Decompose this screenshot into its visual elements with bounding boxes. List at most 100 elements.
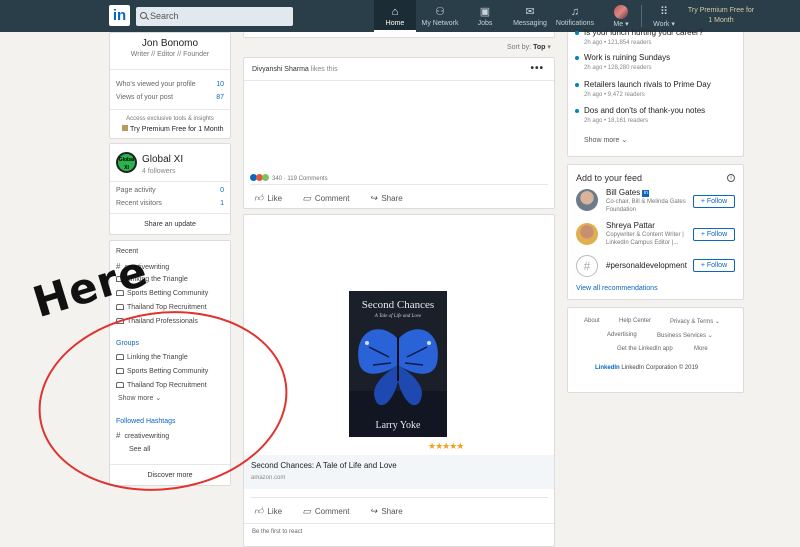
chevron-down-icon: ⌄: [706, 333, 713, 339]
avatar[interactable]: [576, 189, 598, 211]
comment-button[interactable]: ▭ Comment: [302, 506, 350, 516]
nav-home[interactable]: ⌂ Home: [374, 0, 416, 32]
news-show-more[interactable]: Show more ⌄: [584, 136, 627, 144]
news-item[interactable]: Retailers launch rivals to Prime Day: [575, 80, 711, 89]
nav-work-label: Work: [653, 21, 670, 28]
news-item[interactable]: Is your lunch hurting your career?: [574, 28, 704, 37]
book-author: Larry Yoke: [375, 420, 421, 431]
post-actions: 👍︎ Like ▭ Comment ↪ Share: [254, 193, 421, 204]
nav-me-label: Me: [613, 21, 624, 28]
page-activity-row[interactable]: Page activity 0: [116, 187, 224, 194]
news-title: Is your lunch hurting your career?: [584, 28, 704, 37]
linkedin-wordmark: LinkedIn: [595, 365, 620, 371]
social-counts[interactable]: 340 · 119 Comments: [250, 174, 328, 182]
book-subtitle: A Tale of Life and Love: [374, 314, 422, 319]
divider: [244, 523, 554, 524]
hashtag-icon[interactable]: #: [576, 255, 598, 277]
chevron-down-icon: ▾: [669, 21, 675, 28]
search-icon: [140, 12, 147, 19]
rating-stars: ★★★★★: [428, 441, 464, 451]
stat-value: 10: [216, 81, 224, 88]
feed-post: Divyanshi Sharma likes this ••• 340 · 11…: [243, 57, 555, 209]
sort-dropdown[interactable]: Sort by: Top ▾: [507, 43, 551, 51]
rec-description: Copywriter & Content Writer | LinkedIn C…: [606, 232, 684, 246]
like-label: Like: [267, 194, 283, 203]
search-input[interactable]: Search: [136, 7, 293, 26]
linkedin-logo[interactable]: in: [109, 5, 130, 26]
premium-trial-link[interactable]: Try Premium Free for 1 Month: [122, 125, 224, 133]
company-logo[interactable]: Global XI: [116, 152, 137, 173]
premium-trial-label: Try Premium Free for 1 Month: [130, 126, 224, 133]
nav-my-network[interactable]: ⚇ My Network: [418, 0, 462, 32]
share-button[interactable]: ↪ Share: [370, 506, 403, 516]
rec-name[interactable]: Shreya Pattar: [606, 221, 655, 230]
chevron-down-icon: ▾: [623, 21, 629, 28]
avatar-icon: [614, 5, 628, 19]
avatar[interactable]: [576, 223, 598, 245]
post-actor[interactable]: Divyanshi Sharma: [252, 66, 309, 73]
company-followers: 4 followers: [142, 168, 176, 175]
footer-link[interactable]: Business Services ⌄: [657, 332, 713, 339]
profile-card: Jon Bonomo Writer // Editor // Founder W…: [109, 32, 231, 139]
group-icon: [116, 304, 124, 310]
home-icon: ⌂: [391, 6, 399, 18]
footer-link[interactable]: Advertising: [607, 332, 637, 338]
share-update-button[interactable]: Share an update: [110, 221, 230, 228]
network-icon: ⚇: [435, 6, 445, 18]
rec-name-label: Bill Gates: [606, 188, 641, 197]
divider: [250, 184, 548, 185]
info-icon[interactable]: i: [727, 174, 735, 182]
share-button[interactable]: ↪ Share: [370, 193, 403, 203]
rec-name[interactable]: #personaldevelopment: [606, 261, 687, 270]
follow-button[interactable]: + Follow: [693, 228, 735, 241]
nav-messaging[interactable]: ✉ Messaging: [510, 0, 550, 32]
company-name[interactable]: Global XI: [142, 154, 183, 165]
book-title: Second Chances: [361, 299, 435, 311]
rec-name[interactable]: Bill Gates in: [606, 188, 650, 197]
like-button[interactable]: 👍︎ Like: [254, 506, 283, 516]
footer-link[interactable]: More: [694, 346, 708, 352]
view-all-recommendations[interactable]: View all recommendations: [576, 285, 658, 292]
link-preview[interactable]: Second Chances: A Tale of Life and Love …: [244, 455, 554, 489]
footer-brand: LinkedIn LinkedIn Corporation © 2019: [595, 365, 698, 371]
profile-views-row[interactable]: Who's viewed your profile 10: [116, 81, 224, 88]
post-views-row[interactable]: Views of your post 87: [116, 94, 224, 101]
nav-notifications-label: Notifications: [555, 20, 595, 27]
divider: [110, 109, 230, 110]
premium-link[interactable]: Try Premium Free for 1 Month: [686, 6, 756, 26]
recent-visitors-row[interactable]: Recent visitors 1: [116, 200, 224, 207]
briefcase-icon: ▣: [479, 6, 491, 18]
celebrate-reaction-icon: [262, 174, 269, 181]
link-title[interactable]: Second Chances: A Tale of Life and Love: [251, 461, 397, 470]
book-cover-image[interactable]: Second Chances A Tale of Life and Love L…: [349, 291, 447, 437]
comment-label: Comment: [314, 507, 350, 516]
copyright-text: LinkedIn Corporation © 2019: [621, 365, 699, 371]
like-label: Like: [267, 507, 283, 516]
divider: [110, 69, 230, 70]
list-item[interactable]: Thailand Top Recruitment: [116, 304, 207, 311]
news-title: Work is ruining Sundays: [584, 53, 671, 62]
divider: [110, 181, 230, 182]
footer-link[interactable]: About: [584, 318, 600, 324]
news-item[interactable]: Work is ruining Sundays: [574, 53, 671, 62]
more-options-icon[interactable]: •••: [530, 63, 544, 74]
stat-value: 0: [220, 187, 224, 194]
divider: [244, 80, 554, 81]
follow-button[interactable]: + Follow: [693, 259, 735, 272]
premium-promo-text: Access exclusive tools & insights: [126, 116, 214, 122]
news-title: Retailers launch rivals to Prime Day: [584, 80, 711, 89]
news-item[interactable]: Dos and don'ts of thank-you notes: [574, 106, 706, 115]
nav-jobs[interactable]: ▣ Jobs: [470, 0, 500, 32]
comment-button[interactable]: ▭ Comment: [302, 193, 349, 203]
news-title: Dos and don'ts of thank-you notes: [584, 106, 706, 115]
profile-name[interactable]: Jon Bonomo: [110, 38, 230, 49]
footer-link[interactable]: Help Center: [619, 318, 651, 324]
post-actions: 👍︎ Like ▭ Comment ↪ Share: [254, 506, 421, 517]
footer-link[interactable]: Privacy & Terms ⌄: [670, 318, 720, 325]
like-button[interactable]: 👍︎ Like: [254, 193, 283, 203]
company-page-card: Global XI Global XI 4 followers Page act…: [109, 143, 231, 235]
follow-button[interactable]: + Follow: [693, 195, 735, 208]
footer-link[interactable]: Get the LinkedIn app: [617, 346, 673, 352]
feed-post: Second Chances A Tale of Life and Love L…: [243, 214, 555, 547]
chevron-down-icon: ⌄: [619, 137, 628, 144]
